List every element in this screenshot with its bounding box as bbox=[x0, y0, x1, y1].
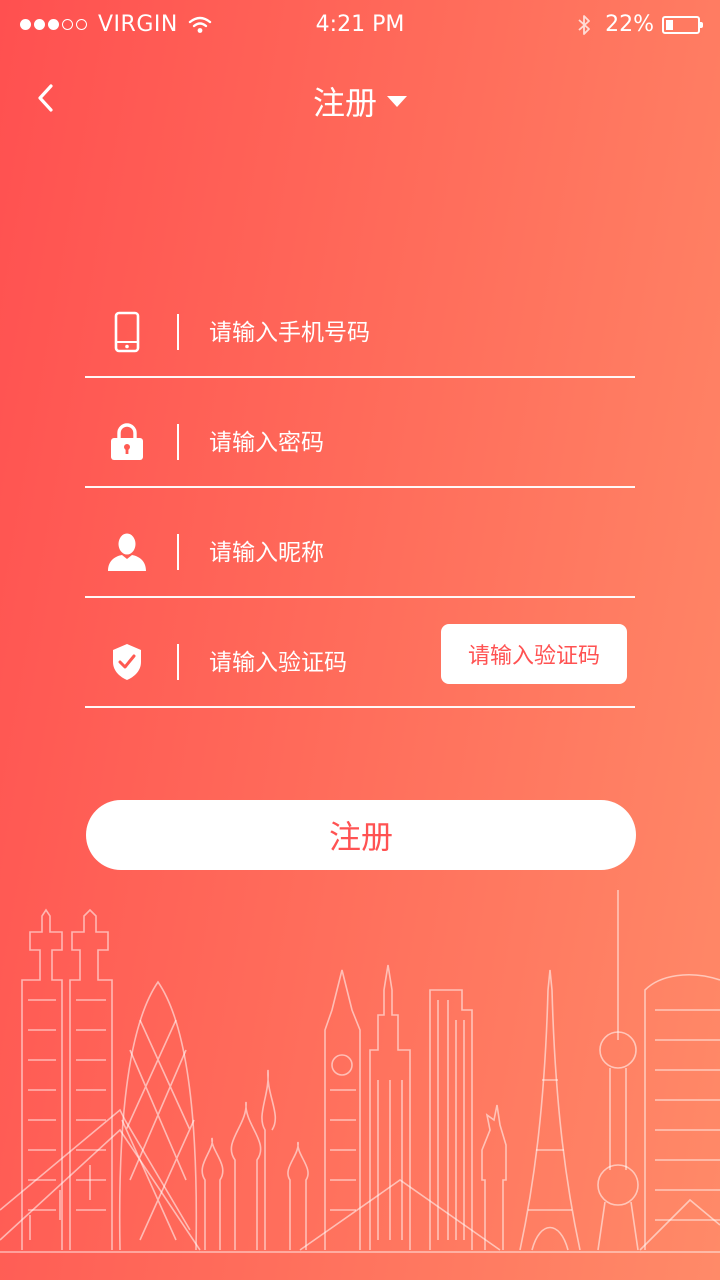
nickname-input[interactable] bbox=[209, 532, 609, 574]
city-skyline-illustration bbox=[0, 890, 720, 1253]
battery-fill bbox=[666, 19, 673, 30]
phone-row bbox=[85, 268, 635, 378]
page-title: 注册 bbox=[312, 84, 377, 122]
field-divider bbox=[177, 314, 179, 350]
register-screen: VIRGIN 4:21 PM 22% 注册 请输入手机号码 请输入昵称 请输入验… bbox=[0, 0, 720, 1280]
password-input[interactable] bbox=[209, 422, 609, 464]
status-right: 22% bbox=[577, 12, 703, 37]
phone-icon bbox=[107, 311, 147, 353]
phone-input[interactable] bbox=[209, 312, 609, 354]
field-divider bbox=[177, 424, 179, 460]
code-row: 请输入验证码 bbox=[85, 598, 635, 708]
shield-check-icon bbox=[107, 642, 147, 682]
field-divider bbox=[177, 534, 179, 570]
code-input[interactable] bbox=[209, 642, 429, 684]
password-row bbox=[85, 378, 635, 488]
battery-cap bbox=[700, 21, 703, 28]
field-divider bbox=[177, 644, 179, 680]
register-form: 请输入验证码 bbox=[85, 268, 635, 708]
lock-icon bbox=[107, 422, 147, 462]
nickname-row bbox=[85, 488, 635, 598]
battery-icon bbox=[662, 15, 703, 34]
title-dropdown[interactable]: 注册 bbox=[0, 78, 720, 124]
register-button[interactable]: 注册 bbox=[86, 800, 636, 870]
caret-down-icon bbox=[387, 95, 407, 107]
user-icon bbox=[107, 532, 147, 572]
battery-percent: 22% bbox=[605, 12, 654, 37]
nav-bar: 注册 bbox=[0, 60, 720, 136]
status-bar: VIRGIN 4:21 PM 22% bbox=[0, 0, 720, 50]
bluetooth-icon bbox=[578, 14, 590, 35]
get-code-button[interactable]: 请输入验证码 bbox=[441, 624, 627, 684]
